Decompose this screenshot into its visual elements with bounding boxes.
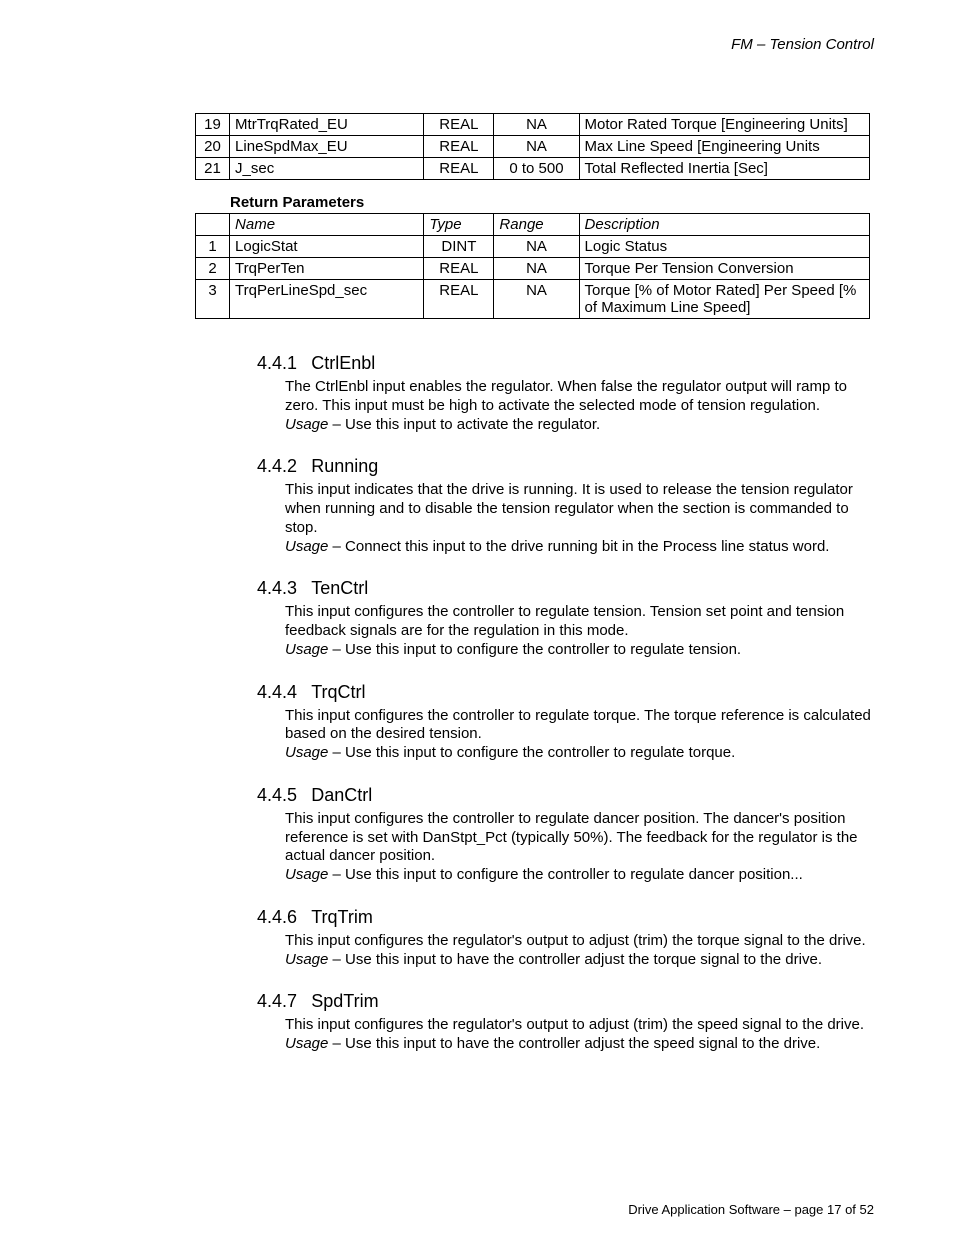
cell-type: REAL [424,258,494,280]
cell-range: Range [494,214,579,236]
main-content: 19MtrTrqRated_EUREALNAMotor Rated Torque… [195,113,874,1054]
subsection-title: CtrlEnbl [311,353,375,374]
subsection-body: This input configures the controller to … [285,707,874,763]
table-header-row: NameTypeRangeDescription [196,214,870,236]
cell-name: LineSpdMax_EU [230,136,424,158]
body-text: This input configures the controller to … [285,810,858,865]
usage-label: Usage [285,1035,328,1052]
cell-desc: Total Reflected Inertia [Sec] [579,158,869,180]
cell-type: REAL [424,158,494,180]
usage-text: – Use this input to configure the contro… [328,866,802,883]
subsection-trqtrim: 4.4.6 TrqTrim This input configures the … [257,907,874,970]
subsection-number: 4.4.5 [257,785,297,806]
subsection-body: This input configures the regulator's ou… [285,1016,874,1054]
subsection-number: 4.4.4 [257,682,297,703]
subsection-title: Running [311,456,378,477]
cell-num: 21 [196,158,230,180]
subsection-ctrlenbl: 4.4.1 CtrlEnbl The CtrlEnbl input enable… [257,353,874,434]
cell-type: DINT [424,236,494,258]
cell-num: 2 [196,258,230,280]
body-text: This input configures the regulator's ou… [285,1016,864,1033]
cell-name: J_sec [230,158,424,180]
cell-name: LogicStat [230,236,424,258]
cell-desc: Logic Status [579,236,869,258]
cell-name: MtrTrqRated_EU [230,114,424,136]
subsection-running: 4.4.2 Running This input indicates that … [257,456,874,556]
cell-range: NA [494,236,579,258]
body-text: The CtrlEnbl input enables the regulator… [285,378,847,414]
subsection-body: This input indicates that the drive is r… [285,481,874,556]
cell-num: 20 [196,136,230,158]
cell-num: 19 [196,114,230,136]
cell-desc: Torque [% of Motor Rated] Per Speed [% o… [579,280,869,319]
cell-desc: Torque Per Tension Conversion [579,258,869,280]
usage-text: – Use this input to configure the contro… [328,744,735,761]
subsection-title: DanCtrl [311,785,372,806]
return-params-label: Return Parameters [230,194,874,211]
cell-desc: Description [579,214,869,236]
subsection-number: 4.4.7 [257,991,297,1012]
subsection-number: 4.4.6 [257,907,297,928]
table-row: 2TrqPerTenREALNATorque Per Tension Conve… [196,258,870,280]
cell-range: 0 to 500 [494,158,579,180]
cell-range: NA [494,136,579,158]
body-text: This input configures the controller to … [285,707,871,743]
body-text: This input configures the controller to … [285,603,844,639]
input-params-table: 19MtrTrqRated_EUREALNAMotor Rated Torque… [195,113,870,180]
cell-type: REAL [424,280,494,319]
table-row: 20LineSpdMax_EUREALNAMax Line Speed [Eng… [196,136,870,158]
cell-name: TrqPerTen [230,258,424,280]
table-row: 1LogicStatDINTNALogic Status [196,236,870,258]
usage-label: Usage [285,538,328,555]
cell-name: Name [230,214,424,236]
cell-type: REAL [424,114,494,136]
subsection-title: TenCtrl [311,578,368,599]
cell-range: NA [494,258,579,280]
usage-text: – Use this input to have the controller … [328,1035,820,1052]
usage-text: – Use this input to have the controller … [328,951,822,968]
subsection-body: This input configures the controller to … [285,810,874,885]
page-header-title: FM – Tension Control [80,36,874,53]
subsection-title: SpdTrim [311,991,378,1012]
subsection-number: 4.4.2 [257,456,297,477]
cell-num [196,214,230,236]
cell-type: Type [424,214,494,236]
subsection-title: TrqCtrl [311,682,365,703]
page-footer: Drive Application Software – page 17 of … [628,1202,874,1217]
cell-type: REAL [424,136,494,158]
subsection-body: This input configures the controller to … [285,603,874,659]
subsection-spdtrim: 4.4.7 SpdTrim This input configures the … [257,991,874,1054]
cell-num: 3 [196,280,230,319]
return-params-table: NameTypeRangeDescription 1LogicStatDINTN… [195,213,870,319]
cell-desc: Max Line Speed [Engineering Units [579,136,869,158]
cell-desc: Motor Rated Torque [Engineering Units] [579,114,869,136]
cell-name: TrqPerLineSpd_sec [230,280,424,319]
usage-label: Usage [285,744,328,761]
subsection-danctrl: 4.4.5 DanCtrl This input configures the … [257,785,874,885]
table-row: 3TrqPerLineSpd_secREALNATorque [% of Mot… [196,280,870,319]
table-row: 19MtrTrqRated_EUREALNAMotor Rated Torque… [196,114,870,136]
cell-num: 1 [196,236,230,258]
table-row: 21J_secREAL0 to 500Total Reflected Inert… [196,158,870,180]
body-text: This input configures the regulator's ou… [285,932,866,949]
subsection-number: 4.4.3 [257,578,297,599]
subsection-title: TrqTrim [311,907,373,928]
cell-range: NA [494,114,579,136]
usage-text: – Use this input to configure the contro… [328,641,741,658]
subsection-number: 4.4.1 [257,353,297,374]
subsection-body: This input configures the regulator's ou… [285,932,874,970]
usage-label: Usage [285,641,328,658]
usage-label: Usage [285,416,328,433]
usage-label: Usage [285,951,328,968]
usage-label: Usage [285,866,328,883]
subsection-tenctrl: 4.4.3 TenCtrl This input configures the … [257,578,874,659]
subsection-body: The CtrlEnbl input enables the regulator… [285,378,874,434]
subsection-trqctrl: 4.4.4 TrqCtrl This input configures the … [257,682,874,763]
body-text: This input indicates that the drive is r… [285,481,853,536]
cell-range: NA [494,280,579,319]
usage-text: – Connect this input to the drive runnin… [328,538,829,555]
usage-text: – Use this input to activate the regulat… [328,416,600,433]
